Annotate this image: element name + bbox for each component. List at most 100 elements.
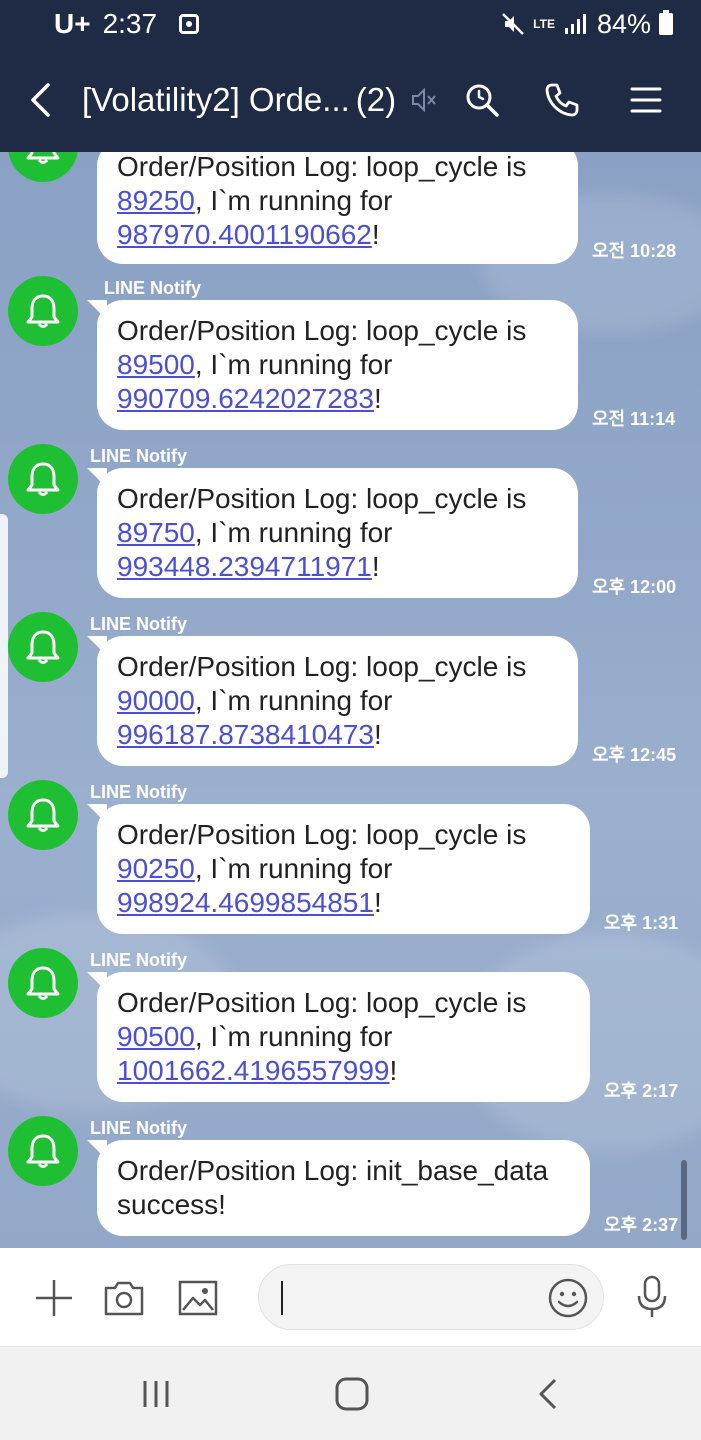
- cycle-link[interactable]: 90000: [117, 685, 195, 716]
- message-line: 89250, I`m running for: [117, 184, 558, 218]
- camera-button[interactable]: [100, 1274, 148, 1322]
- text-caret: [281, 1281, 283, 1315]
- avatar[interactable]: [8, 612, 78, 682]
- gallery-button[interactable]: [174, 1274, 222, 1322]
- bell-icon: [26, 152, 60, 164]
- message-bubble[interactable]: Order/Position Log: init_base_data succe…: [97, 1140, 590, 1236]
- message-line: Order/Position Log: loop_cycle is: [117, 651, 527, 682]
- cycle-link[interactable]: 89750: [117, 517, 195, 548]
- message-input-bar: [0, 1248, 701, 1346]
- message-bubble[interactable]: Order/Position Log: loop_cycle is 89250,…: [97, 152, 578, 264]
- bell-icon: [26, 462, 60, 496]
- message-time: 오후 2:17: [604, 1081, 679, 1101]
- microphone-icon: [637, 1275, 667, 1317]
- status-time: 2:37: [102, 8, 158, 39]
- message-text: , I`m running for: [194, 853, 393, 884]
- member-count: (2): [355, 81, 397, 118]
- bell-icon: [26, 798, 60, 832]
- voice-button[interactable]: [628, 1272, 676, 1322]
- message-bubble[interactable]: Order/Position Log: loop_cycle is 90250,…: [97, 804, 590, 934]
- emoji-icon: [548, 1278, 588, 1318]
- avatar[interactable]: [8, 276, 78, 346]
- lte-label: LTE: [533, 17, 555, 31]
- message-line: 998924.4699854851!: [117, 886, 570, 920]
- image-icon: [178, 1280, 218, 1316]
- seconds-link[interactable]: 998924.4699854851: [117, 887, 374, 918]
- message-bubble[interactable]: Order/Position Log: loop_cycle is 90000,…: [97, 636, 578, 766]
- seconds-link[interactable]: 987970.4001190662: [117, 219, 372, 250]
- search-button[interactable]: [462, 48, 502, 152]
- avatar[interactable]: [8, 780, 78, 850]
- battery-icon: [659, 10, 673, 35]
- system-nav-bar: [0, 1346, 701, 1440]
- message-line: 90000, I`m running for: [117, 684, 558, 718]
- camera-icon: [104, 1281, 144, 1316]
- chat-header: [Volatility2] Orde... (2): [0, 48, 701, 152]
- home-button[interactable]: [322, 1347, 382, 1440]
- message-text: !: [389, 1055, 398, 1086]
- message-bubble[interactable]: Order/Position Log: loop_cycle is 90500,…: [97, 972, 590, 1102]
- chat-area[interactable]: Order/Position Log: loop_cycle is 89250,…: [0, 152, 701, 1248]
- message-text: , I`m running for: [194, 1021, 393, 1052]
- cycle-link[interactable]: 90250: [117, 853, 195, 884]
- avatar[interactable]: [8, 1116, 78, 1186]
- message-time: 오전 11:14: [592, 409, 676, 429]
- carrier-label: U+: [54, 8, 91, 39]
- notification-icon: [179, 14, 200, 34]
- message-bubble[interactable]: Order/Position Log: loop_cycle is 89500,…: [97, 300, 578, 430]
- message-time: 오후 1:31: [604, 913, 679, 933]
- avatar[interactable]: [8, 444, 78, 514]
- message-line: 996187.8738410473!: [117, 718, 558, 752]
- message-line: success!: [117, 1189, 226, 1220]
- chat-title[interactable]: [Volatility2] Orde...: [82, 81, 350, 119]
- sender-name: LINE Notify: [104, 278, 201, 298]
- message-line: 90500, I`m running for: [117, 1020, 570, 1054]
- edge-panel-handle[interactable]: [0, 514, 8, 778]
- mute-icon: [412, 87, 436, 113]
- call-button[interactable]: [542, 48, 582, 152]
- search-icon: [466, 84, 499, 117]
- message-text: !: [373, 719, 382, 750]
- back-button[interactable]: [6, 48, 76, 152]
- message-line: 987970.4001190662!: [117, 218, 558, 252]
- message-text: , I`m running for: [194, 349, 393, 380]
- recent-apps-button[interactable]: [126, 1347, 186, 1440]
- hamburger-menu-icon: [630, 87, 662, 113]
- battery-percent: 84%: [596, 8, 651, 39]
- message-line: Order/Position Log: loop_cycle is: [117, 987, 527, 1018]
- bell-icon: [26, 630, 60, 664]
- add-button[interactable]: [30, 1274, 78, 1322]
- seconds-link[interactable]: 990709.6242027283: [117, 383, 374, 414]
- message-line: Order/Position Log: loop_cycle is: [117, 483, 527, 514]
- message-text: !: [371, 219, 380, 250]
- signal-icon: [564, 14, 586, 34]
- cycle-link[interactable]: 89500: [117, 349, 195, 380]
- seconds-link[interactable]: 993448.2394711971: [117, 551, 372, 582]
- home-icon: [335, 1377, 369, 1411]
- message-line: 990709.6242027283!: [117, 382, 558, 416]
- sender-name: LINE Notify: [90, 446, 187, 466]
- message-line: Order/Position Log: loop_cycle is: [117, 819, 527, 850]
- sender-name: LINE Notify: [90, 782, 187, 802]
- cycle-link[interactable]: 90500: [117, 1021, 195, 1052]
- avatar[interactable]: [8, 948, 78, 1018]
- message-input[interactable]: [258, 1264, 604, 1330]
- message-text: !: [373, 383, 382, 414]
- seconds-link[interactable]: 1001662.4196557999: [117, 1055, 390, 1086]
- message-line: 89500, I`m running for: [117, 348, 558, 382]
- emoji-button[interactable]: [547, 1277, 589, 1319]
- sender-name: LINE Notify: [90, 614, 187, 634]
- seconds-link[interactable]: 996187.8738410473: [117, 719, 374, 750]
- status-right: LTE 84%: [501, 9, 673, 40]
- sender-name: LINE Notify: [90, 1118, 187, 1138]
- scrollbar-thumb[interactable]: [681, 1160, 687, 1240]
- avatar[interactable]: [8, 152, 78, 182]
- message-time: 오후 12:00: [592, 577, 677, 597]
- plus-icon: [36, 1280, 72, 1316]
- message-text: !: [373, 887, 382, 918]
- message-text: !: [371, 551, 380, 582]
- message-bubble[interactable]: Order/Position Log: loop_cycle is 89750,…: [97, 468, 578, 598]
- system-back-button[interactable]: [518, 1347, 578, 1440]
- cycle-link[interactable]: 89250: [117, 185, 195, 216]
- menu-button[interactable]: [626, 48, 666, 152]
